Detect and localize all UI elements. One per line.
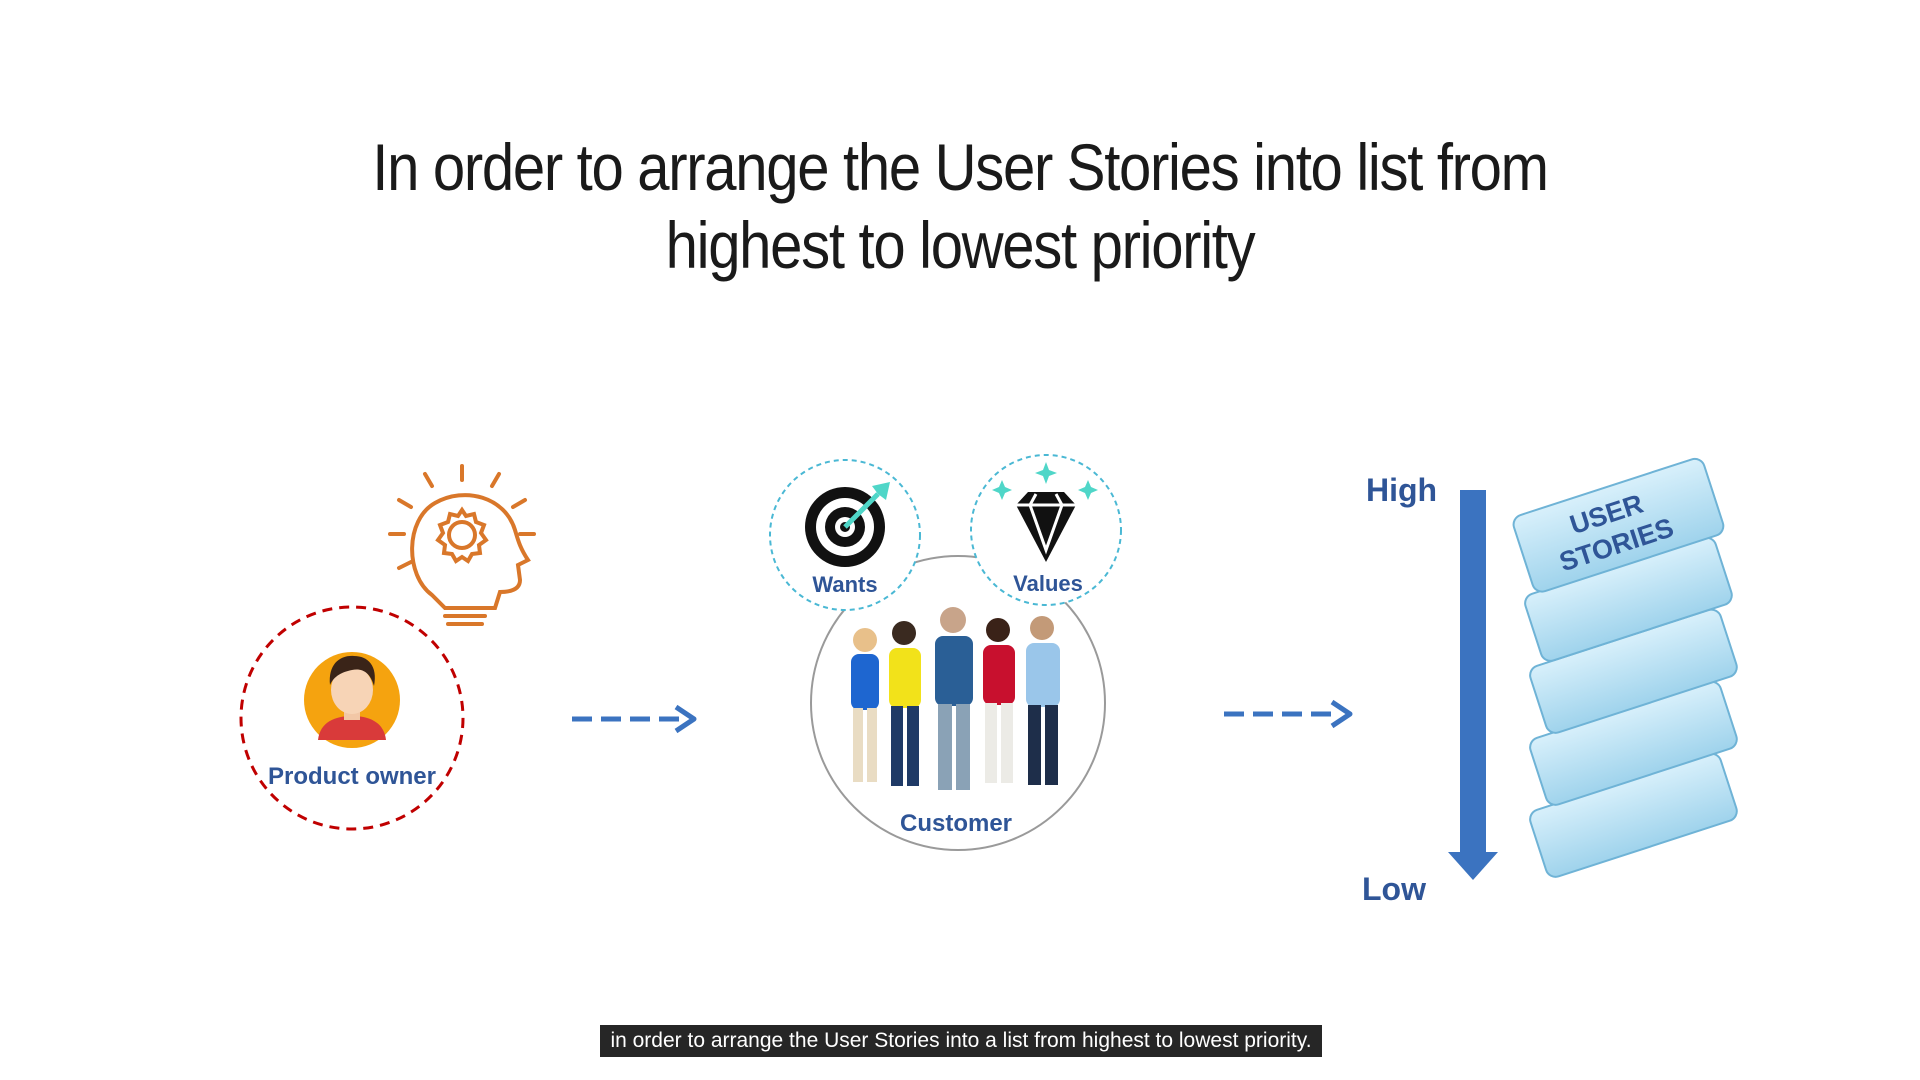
dashed-arrow-1 <box>572 704 697 734</box>
product-owner-label: Product owner <box>268 763 436 790</box>
product-owner-avatar-icon <box>304 652 400 748</box>
caption-subtitle: in order to arrange the User Stories int… <box>600 1025 1322 1057</box>
dashed-arrow-2 <box>1224 699 1353 729</box>
priority-arrow <box>1448 490 1498 880</box>
low-label: Low <box>1362 871 1426 907</box>
user-stories-stack: USER STORIES <box>1512 457 1738 878</box>
values-label: Values <box>1013 571 1083 596</box>
wants-label: Wants <box>812 572 877 597</box>
prioritization-diagram: Product owner Customer Wants Values High… <box>239 454 1738 907</box>
customer-label: Customer <box>900 810 1012 837</box>
high-label: High <box>1366 472 1437 508</box>
idea-head-icon <box>388 464 536 626</box>
